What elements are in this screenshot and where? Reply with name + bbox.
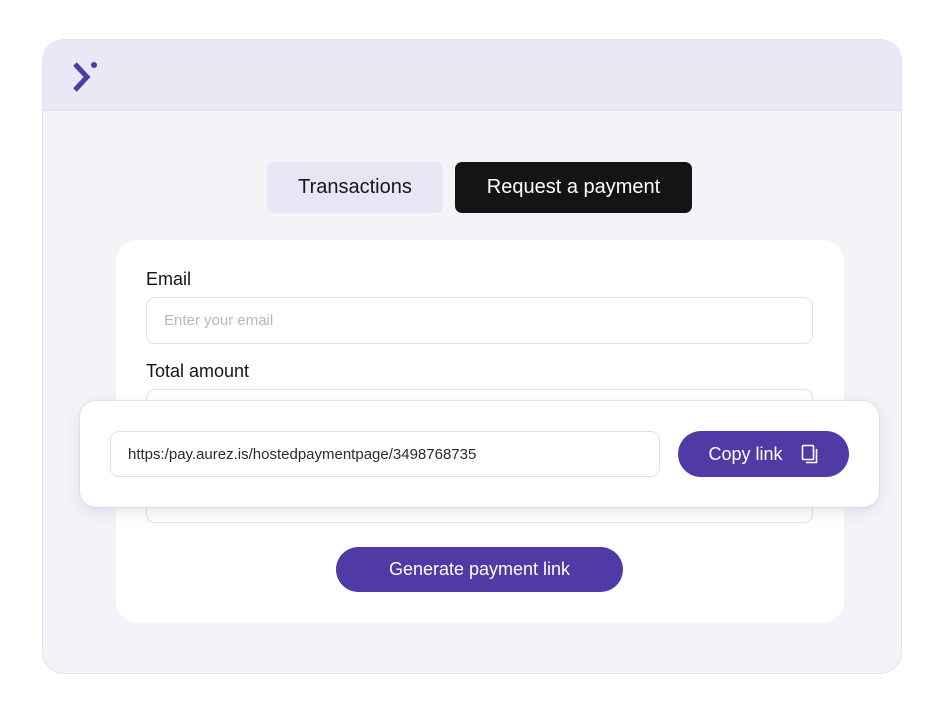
brand-logo-icon[interactable] <box>71 58 101 96</box>
tab-request-payment[interactable]: Request a payment <box>455 162 692 213</box>
generate-payment-link-button[interactable]: Generate payment link <box>336 547 623 592</box>
payment-link-field[interactable]: https:/pay.aurez.is/hostedpaymentpage/34… <box>110 431 660 477</box>
tab-transactions[interactable]: Transactions <box>267 162 443 213</box>
copy-link-label: Copy link <box>708 443 783 464</box>
title-bar <box>43 40 901 111</box>
copy-link-button[interactable]: Copy link <box>678 431 849 477</box>
tab-bar: Transactions Request a payment <box>267 162 692 213</box>
total-amount-label: Total amount <box>146 361 250 381</box>
payment-link-value: https:/pay.aurez.is/hostedpaymentpage/34… <box>128 445 477 463</box>
email-label: Email <box>146 269 192 289</box>
email-field[interactable]: Enter your email <box>146 297 813 344</box>
app-window: Transactions Request a payment Email Ent… <box>42 39 902 674</box>
copy-icon <box>801 444 817 464</box>
payment-link-popover: https:/pay.aurez.is/hostedpaymentpage/34… <box>80 401 879 507</box>
email-placeholder: Enter your email <box>164 312 274 329</box>
